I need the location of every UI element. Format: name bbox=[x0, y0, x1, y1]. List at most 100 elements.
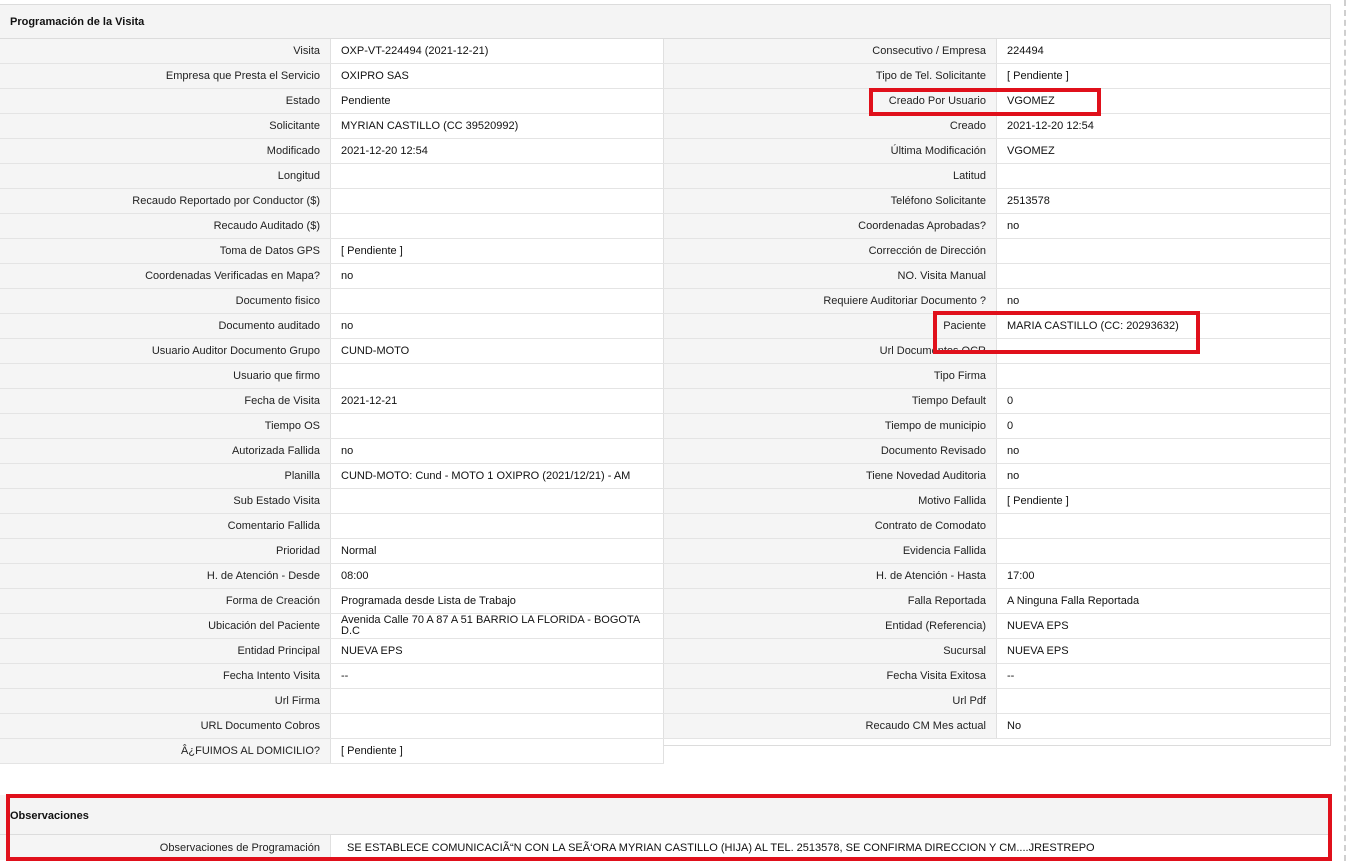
field-value: no bbox=[997, 214, 1330, 238]
field-label: Contrato de Comodato bbox=[664, 514, 997, 538]
field-row: Coordenadas Aprobadas? no bbox=[664, 214, 1330, 239]
field-row: Solicitante MYRIAN CASTILLO (CC 39520992) bbox=[0, 114, 664, 139]
field-row: Tiene Novedad Auditoria no bbox=[664, 464, 1330, 489]
field-label: Estado bbox=[0, 89, 331, 113]
visit-schedule-panel: Programación de la Visita Visita OXP-VT-2… bbox=[0, 4, 1331, 764]
observations-panel: Observaciones Observaciones de Programac… bbox=[0, 795, 1331, 861]
field-row: Fecha Visita Exitosa -- bbox=[664, 664, 1330, 689]
field-row: Planilla CUND-MOTO: Cund - MOTO 1 OXIPRO … bbox=[0, 464, 664, 489]
field-row: NO. Visita Manual bbox=[664, 264, 1330, 289]
field-row: Creado 2021-12-20 12:54 bbox=[664, 114, 1330, 139]
field-label: Tipo Firma bbox=[664, 364, 997, 388]
field-label: Sub Estado Visita bbox=[0, 489, 331, 513]
field-label: Sucursal bbox=[664, 639, 997, 663]
field-label: Creado Por Usuario bbox=[664, 89, 997, 113]
field-label: Recaudo Reportado por Conductor ($) bbox=[0, 189, 331, 213]
field-value bbox=[997, 364, 1330, 388]
field-label: Prioridad bbox=[0, 539, 331, 563]
field-label: Requiere Auditoriar Documento ? bbox=[664, 289, 997, 313]
field-row: Comentario Fallida bbox=[0, 514, 664, 539]
field-label: NO. Visita Manual bbox=[664, 264, 997, 288]
field-label: H. de Atención - Hasta bbox=[664, 564, 997, 588]
field-value: Pendiente bbox=[331, 89, 664, 113]
field-label: Evidencia Fallida bbox=[664, 539, 997, 563]
field-value: [ Pendiente ] bbox=[997, 489, 1330, 513]
field-row: Tiempo de municipio 0 bbox=[664, 414, 1330, 439]
field-value: no bbox=[997, 289, 1330, 313]
field-value bbox=[331, 289, 664, 313]
field-value: no bbox=[331, 264, 664, 288]
field-value: 2513578 bbox=[997, 189, 1330, 213]
field-label: URL Documento Cobros bbox=[0, 714, 331, 738]
field-label: Comentario Fallida bbox=[0, 514, 331, 538]
field-label: Tiempo de municipio bbox=[664, 414, 997, 438]
field-value: no bbox=[997, 439, 1330, 463]
field-label: Coordenadas Aprobadas? bbox=[664, 214, 997, 238]
field-value: -- bbox=[331, 664, 664, 688]
field-label: Fecha de Visita bbox=[0, 389, 331, 413]
field-label: Tiene Novedad Auditoria bbox=[664, 464, 997, 488]
field-label: Tiempo OS bbox=[0, 414, 331, 438]
field-label: Consecutivo / Empresa bbox=[664, 39, 997, 63]
field-value: -- bbox=[997, 664, 1330, 688]
field-value: CUND-MOTO: Cund - MOTO 1 OXIPRO (2021/12… bbox=[331, 464, 664, 488]
field-label: Corrección de Dirección bbox=[664, 239, 997, 263]
field-label: Longitud bbox=[0, 164, 331, 188]
field-value: 2021-12-21 bbox=[331, 389, 664, 413]
field-label: Documento auditado bbox=[0, 314, 331, 338]
field-value bbox=[331, 689, 664, 713]
field-value: 0 bbox=[997, 414, 1330, 438]
field-row: Tiempo Default 0 bbox=[664, 389, 1330, 414]
field-row: Toma de Datos GPS[ Pendiente ] bbox=[0, 239, 664, 264]
field-value: 224494 bbox=[997, 39, 1330, 63]
field-row: Autorizada Fallida no bbox=[0, 439, 664, 464]
field-row: Estado Pendiente bbox=[0, 89, 664, 114]
field-value: NUEVA EPS bbox=[331, 639, 664, 663]
field-value: 2021-12-20 12:54 bbox=[997, 114, 1330, 138]
field-value: OXP-VT-224494 (2021-12-21) bbox=[331, 39, 664, 63]
field-row: Empresa que Presta el Servicio OXIPRO SAS bbox=[0, 64, 664, 89]
field-row: Url Firma bbox=[0, 689, 664, 714]
field-value: CUND-MOTO bbox=[331, 339, 664, 363]
field-value: 2021-12-20 12:54 bbox=[331, 139, 664, 163]
field-row: Url Pdf bbox=[664, 689, 1330, 714]
field-value: Programada desde Lista de Trabajo bbox=[331, 589, 664, 613]
field-row: H. de Atención - Hasta 17:00 bbox=[664, 564, 1330, 589]
field-row: Paciente MARIA CASTILLO (CC: 20293632) bbox=[664, 314, 1330, 339]
field-row: Latitud bbox=[664, 164, 1330, 189]
field-row: Fecha de Visita 2021-12-21 bbox=[0, 389, 664, 414]
field-label: Planilla bbox=[0, 464, 331, 488]
field-label: Entidad (Referencia) bbox=[664, 614, 997, 638]
field-label: Recaudo Auditado ($) bbox=[0, 214, 331, 238]
field-value: [ Pendiente ] bbox=[331, 239, 664, 263]
panel-title: Programación de la Visita bbox=[0, 5, 1330, 39]
field-label: Paciente bbox=[664, 314, 997, 338]
field-value bbox=[331, 514, 664, 538]
field-label: Fecha Intento Visita bbox=[0, 664, 331, 688]
field-label: Autorizada Fallida bbox=[0, 439, 331, 463]
field-row: Usuario que firmo bbox=[0, 364, 664, 389]
field-row: Evidencia Fallida bbox=[664, 539, 1330, 564]
field-label: Tiempo Default bbox=[664, 389, 997, 413]
field-row: Usuario Auditor Documento Grupo CUND-MOTO bbox=[0, 339, 664, 364]
field-value: no bbox=[331, 439, 664, 463]
field-label: Url Firma bbox=[0, 689, 331, 713]
field-row: Sucursal NUEVA EPS bbox=[664, 639, 1330, 664]
field-value bbox=[331, 414, 664, 438]
field-value: NUEVA EPS bbox=[997, 614, 1330, 638]
field-label: Latitud bbox=[664, 164, 997, 188]
field-row: Url Documentos OCR bbox=[664, 339, 1330, 364]
field-row: Entidad (Referencia) NUEVA EPS bbox=[664, 614, 1330, 639]
field-row: Sub Estado Visita bbox=[0, 489, 664, 514]
field-row: Entidad Principal NUEVA EPS bbox=[0, 639, 664, 664]
field-label: Última Modificación bbox=[664, 139, 997, 163]
field-label: Coordenadas Verificadas en Mapa? bbox=[0, 264, 331, 288]
field-label: Visita bbox=[0, 39, 331, 63]
field-row: Fecha Intento Visita -- bbox=[0, 664, 664, 689]
field-label: Motivo Fallida bbox=[664, 489, 997, 513]
field-row: Creado Por Usuario VGOMEZ bbox=[664, 89, 1330, 114]
field-label: Url Documentos OCR bbox=[664, 339, 997, 363]
field-row: Recaudo Reportado por Conductor ($) bbox=[0, 189, 664, 214]
field-row: Tiempo OS bbox=[0, 414, 664, 439]
field-row: Requiere Auditoriar Documento ? no bbox=[664, 289, 1330, 314]
